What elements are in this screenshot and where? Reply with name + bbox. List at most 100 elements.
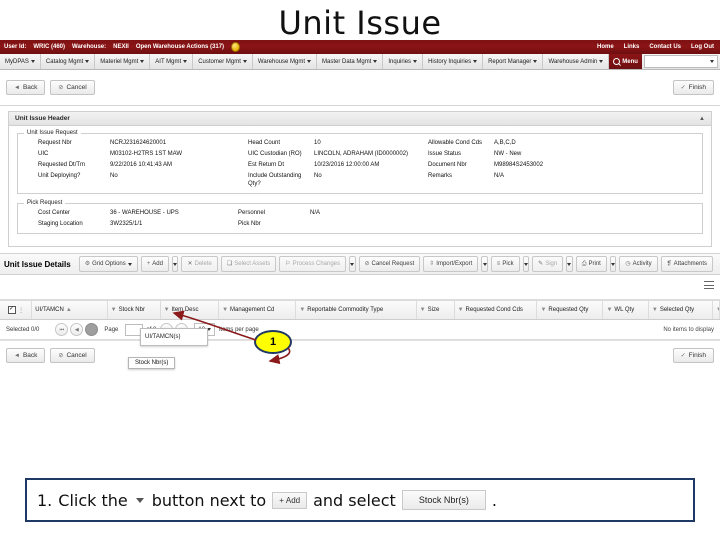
menu-search-button[interactable]: Menu — [609, 54, 642, 69]
import-export-button[interactable]: ⇳ Import/Export — [423, 256, 479, 272]
slide-root: Unit Issue User Id: WRIC (460) Warehouse… — [0, 0, 720, 540]
chevron-down-icon — [85, 60, 90, 63]
filter-icon[interactable]: ▼ — [540, 307, 546, 313]
instruction-box: 1. Click the button next to + Add and se… — [25, 478, 695, 522]
grid-paging-bar: Selected 0/0 ⏮ ◀ Page of 0 ▶ ⏭ 10 items … — [0, 320, 720, 340]
warehouse-label: Warehouse: — [72, 44, 107, 50]
open-warehouse-actions-link[interactable]: Open Warehouse Actions (317) — [136, 44, 224, 50]
nav-item-history-inquiries[interactable]: History Inquiries — [423, 54, 484, 69]
links-link[interactable]: Links — [624, 44, 640, 50]
process-changes-dropdown-toggle[interactable] — [349, 256, 356, 272]
column-wl-qty[interactable]: ▼ WL Qty — [603, 301, 649, 319]
unit-issue-request-group: Unit Issue Request Request Nbr NCRJ23162… — [17, 130, 703, 194]
column-stock-nbr[interactable]: ▼ Stock Nbr — [108, 301, 161, 319]
pen-icon: ✎ — [538, 261, 544, 267]
chevron-down-icon — [599, 60, 604, 63]
field-allowable-cond-cds: Allowable Cond Cds A,B,C,D — [428, 139, 648, 147]
nav-item-master-data-mgmt[interactable]: Master Data Mgmt — [317, 54, 384, 69]
import-export-dropdown-toggle[interactable] — [481, 256, 488, 272]
filter-icon[interactable]: ▼ — [299, 307, 305, 313]
finish-button-bottom[interactable]: ✓ Finish — [672, 348, 714, 363]
filter-icon[interactable]: ▼ — [716, 307, 719, 313]
column-item-desc[interactable]: ▼ Item Desc — [161, 301, 220, 319]
user-info-left: User Id: WRIC (460) Warehouse: NEXII Ope… — [0, 42, 241, 52]
field-value: N/A — [310, 210, 321, 216]
sign-dropdown-toggle[interactable] — [566, 256, 573, 272]
grid-tools-row — [0, 275, 720, 300]
menu-search-input[interactable] — [643, 55, 718, 68]
add-dropdown-toggle[interactable] — [171, 256, 179, 272]
nav-item-warehouse-mgmt[interactable]: Warehouse Mgmt — [253, 54, 318, 69]
column-selected-qty[interactable]: ▼ Selected Qty — [649, 301, 714, 319]
add-dropdown-menu-item[interactable]: UI/TAMCN(s) — [140, 328, 208, 346]
contact-us-link[interactable]: Contact Us — [649, 44, 681, 50]
cancel-request-button[interactable]: ⊘ Cancel Request — [358, 256, 421, 272]
chevron-up-icon[interactable]: ▲ — [699, 116, 705, 122]
field-uic-custodian: UIC Custodian (RO) LINCOLN, ADRAHAM (ID0… — [248, 150, 428, 158]
cancel-button[interactable]: ⊘ Cancel — [50, 80, 95, 95]
column-size[interactable]: ▼ Size — [417, 301, 455, 319]
select-assets-button[interactable]: ❏ Select Assets — [220, 256, 277, 272]
pick-button[interactable]: ≡ Pick — [490, 256, 520, 272]
nav-item-ait-mgmt[interactable]: AIT Mgmt — [150, 54, 194, 69]
column-management-cd[interactable]: ▼ Management Cd — [219, 301, 297, 319]
first-page-button[interactable]: ⏮ — [55, 323, 69, 336]
button-label: Grid Options — [92, 261, 126, 267]
nav-item-inquiries[interactable]: Inquiries — [383, 54, 424, 69]
process-changes-button[interactable]: ⚐ Process Changes — [279, 256, 347, 272]
printer-icon: ⎙ — [581, 261, 587, 267]
finish-button[interactable]: ✓ Finish — [672, 80, 714, 95]
filter-icon[interactable]: ▼ — [222, 307, 228, 313]
filter-icon[interactable]: ▼ — [652, 307, 658, 313]
application-screenshot: User Id: WRIC (460) Warehouse: NEXII Ope… — [0, 40, 720, 470]
field-label: Personnel — [238, 210, 266, 216]
log-out-link[interactable]: Log Out — [691, 44, 714, 50]
current-page-button[interactable] — [85, 323, 99, 336]
back-button[interactable]: ◄ Back — [6, 80, 46, 95]
clipboard-icon: ❏ — [226, 261, 233, 267]
cancel-button-bottom[interactable]: ⊘ Cancel — [50, 348, 95, 363]
flag-icon: ⚐ — [285, 261, 291, 267]
add-button[interactable]: + Add — [140, 256, 169, 272]
nav-item-customer-mgmt[interactable]: Customer Mgmt — [193, 54, 253, 69]
filter-icon[interactable]: ▼ — [606, 307, 612, 313]
home-link[interactable]: Home — [597, 44, 614, 50]
column-menu-icon[interactable]: ⋮ — [18, 307, 24, 314]
activity-button[interactable]: ◷ Activity — [619, 256, 658, 272]
nav-item-report-manager[interactable]: Report Manager — [483, 54, 544, 69]
checkbox-icon[interactable] — [8, 305, 17, 314]
no-items-message: No items to display — [663, 326, 714, 333]
sign-button[interactable]: ✎ Sign — [532, 256, 564, 272]
nav-item-catalog-mgmt[interactable]: Catalog Mgmt — [41, 54, 96, 69]
back-button-bottom[interactable]: ◄ Back — [6, 348, 46, 363]
filter-icon[interactable]: ▼ — [111, 307, 117, 313]
grid-options-button[interactable]: ⚙ Grid Options — [78, 256, 138, 272]
attachments-button[interactable]: ❡ Attachments — [660, 256, 714, 272]
nav-item-mydpas[interactable]: MyDPAS — [0, 54, 41, 69]
pick-dropdown-toggle[interactable] — [522, 256, 530, 272]
field-value: No — [110, 173, 118, 179]
column-filter-end[interactable]: ▼ — [713, 301, 720, 319]
column-reportable-commodity-type[interactable]: ▼ Reportable Commodity Type — [296, 301, 417, 319]
print-button[interactable]: ⎙ Print — [575, 256, 607, 272]
delete-button[interactable]: ✕ Delete — [181, 256, 218, 272]
column-requested-cond-cds[interactable]: ▼ Requested Cond Cds — [455, 301, 538, 319]
filter-icon[interactable]: ▼ — [420, 307, 426, 313]
nav-item-materiel-mgmt[interactable]: Materiel Mgmt — [95, 54, 151, 69]
finish-label: Finish — [688, 84, 706, 91]
panel-header[interactable]: Unit Issue Header ▲ — [9, 112, 711, 126]
hamburger-icon[interactable] — [704, 281, 714, 289]
nav-item-warehouse-admin[interactable]: Warehouse Admin — [543, 54, 610, 69]
field-value: M03102-H2TRS 1ST MAW — [110, 151, 183, 157]
column-requested-qty[interactable]: ▼ Requested Qty — [537, 301, 604, 319]
prev-page-button[interactable]: ◀ — [70, 323, 84, 336]
filter-icon[interactable]: ▼ — [164, 307, 170, 313]
column-label: Size — [427, 307, 440, 313]
select-all-checkbox-cell[interactable]: ⋮ — [0, 301, 33, 319]
main-navigation: MyDPAS Catalog Mgmt Materiel Mgmt AIT Mg… — [0, 54, 720, 70]
column-ui-tamcn[interactable]: UI/TAMCN ▲ — [32, 301, 108, 319]
filter-icon[interactable]: ▼ — [458, 307, 464, 313]
grid-column-headers: ⋮ UI/TAMCN ▲ ▼ Stock Nbr ▼ Item Desc ▼ M… — [0, 300, 720, 320]
field-remarks: Remarks N/A — [428, 172, 648, 180]
print-dropdown-toggle[interactable] — [609, 256, 617, 272]
